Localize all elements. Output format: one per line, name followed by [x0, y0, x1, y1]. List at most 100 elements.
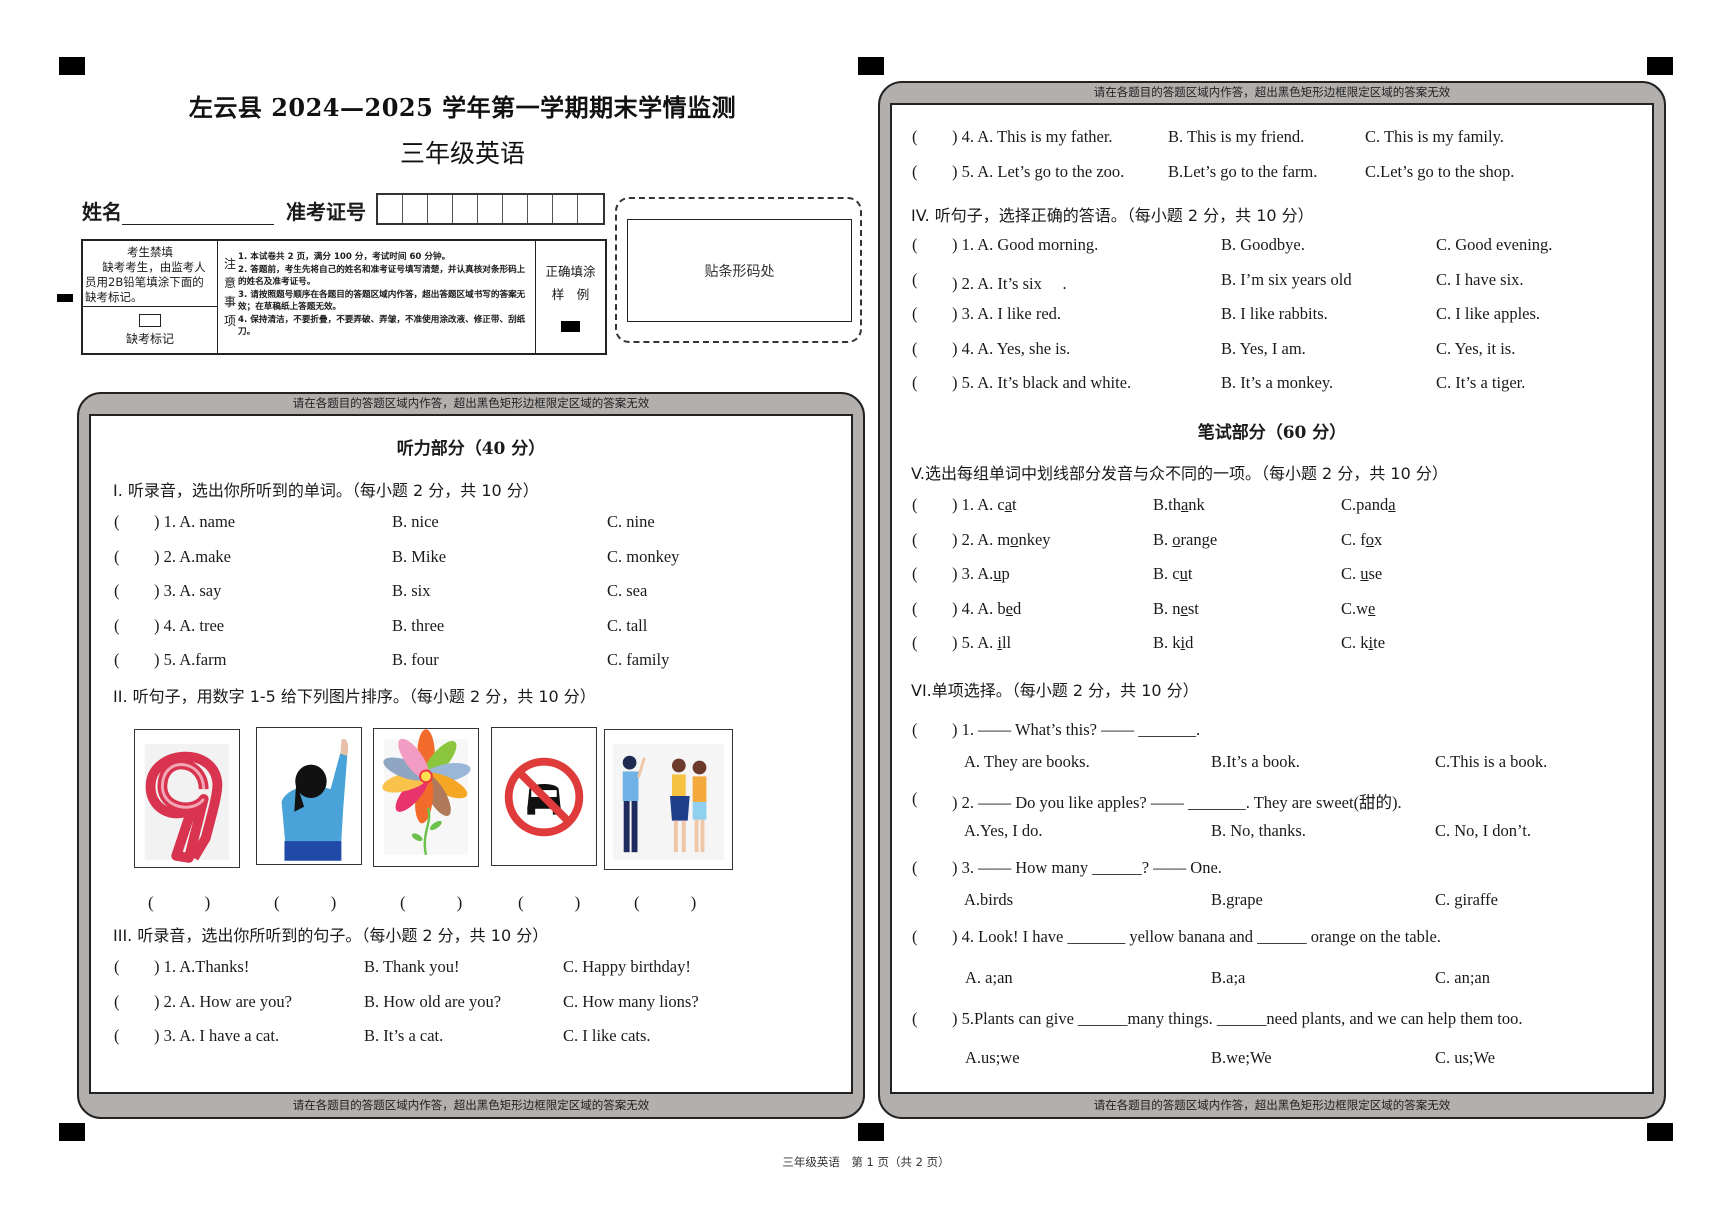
word-part: C. f — [1341, 529, 1366, 549]
answer-blank-open[interactable]: ( — [114, 1026, 120, 1046]
absent-mark-area: 缺考标记 — [83, 307, 217, 353]
answer-blank-open[interactable]: ( — [912, 858, 918, 878]
question-row: () 3. A. say B. six C. sea — [114, 581, 814, 603]
name-label: 姓名 — [82, 200, 122, 224]
picture-answer-blank[interactable]: ( ) — [148, 888, 210, 913]
question-row: () 1. A.Thanks! B. Thank you! C. Happy bir… — [114, 957, 814, 979]
question-row: () 5. A. Let’s go to the zoo. B.Let’s go … — [912, 162, 1612, 184]
picture-answer-blank[interactable]: ( ) — [400, 888, 462, 913]
question-number: ) 1. A. — [952, 495, 998, 514]
option-b: B. six — [392, 581, 431, 600]
exam-id-field[interactable] — [376, 193, 605, 225]
option-c: C. How many lions? — [563, 991, 699, 1011]
note-item: 3. 请按照题号顺序在各题目的答题区域内作答，超出答题区域书写的答案无效；在草稿… — [238, 290, 526, 312]
option-c: C.This is a book. — [1435, 752, 1548, 771]
exam-id-digit-box[interactable] — [578, 195, 603, 223]
option-a: ) 4. A. Yes, she is. — [952, 338, 1071, 358]
answer-blank-open[interactable]: ( — [912, 530, 918, 550]
word-part: C.pand — [1341, 495, 1389, 514]
answer-blank-open[interactable]: ( — [912, 235, 918, 255]
option-a: ) 3. A. I have a cat. — [154, 1026, 280, 1045]
phonics-row: () 3. A.up B. cut C. use — [912, 564, 1612, 586]
word-part: te — [1373, 633, 1386, 652]
answer-blank-open[interactable]: ( — [912, 1009, 918, 1029]
fill-sample-column: 正确填涂 样 例 — [536, 241, 605, 353]
answer-blank-open[interactable]: ( — [912, 304, 918, 324]
picture-answer-blank[interactable]: ( ) — [634, 888, 696, 913]
option-b: B. I’m six years old — [1221, 269, 1352, 289]
answer-blank-open[interactable]: ( — [114, 616, 120, 636]
picture-answer-blank[interactable]: ( ) — [274, 888, 336, 913]
exam-id-digit-box[interactable] — [378, 195, 403, 223]
word-part: st — [1187, 598, 1199, 618]
exam-id-digit-box[interactable] — [403, 195, 428, 223]
exam-id-digit-box[interactable] — [528, 195, 553, 223]
answer-blank-open[interactable]: ( — [912, 927, 918, 947]
exam-id-digit-box[interactable] — [428, 195, 453, 223]
answer-blank-open[interactable]: ( — [912, 339, 918, 359]
alignment-marker-left-mid — [57, 294, 73, 302]
question-row: () 4. A. tree B. three C. tall — [114, 616, 814, 638]
option-c: C. tall — [607, 615, 648, 635]
answer-blank-open[interactable]: ( — [114, 650, 120, 670]
answer-blank-open[interactable]: ( — [912, 495, 918, 515]
frame-notice-top: 请在各题目的答题区域内作答，超出黑色矩形边框限定区域的答案无效 — [292, 396, 650, 410]
mc-options: A. They are books. B.It’s a book. C.This i… — [964, 752, 1665, 774]
exam-subtitle: 三年级英语 — [399, 139, 525, 168]
exam-id-digit-box[interactable] — [503, 195, 528, 223]
answer-blank-open[interactable]: ( — [912, 373, 918, 393]
question-row: () 1. A. Good morning. B. Goodbye. C. Good… — [912, 235, 1612, 257]
note-item: 2. 答题前，考生先将自己的姓名和准考证号填写清楚，并认真核对条形码上的姓名及准… — [238, 265, 526, 287]
phonics-row: () 4. A. bed B. nest C.we — [912, 599, 1612, 621]
barcode-label: 贴条形码处 — [704, 263, 775, 280]
exam-id-digit-box[interactable] — [453, 195, 478, 223]
option-c: C. us;We — [1435, 1048, 1496, 1067]
answer-blank-open[interactable]: ( — [912, 270, 918, 290]
mc-question: ( ) 5.Plants can give ______many things. … — [912, 1009, 1652, 1031]
option-a: ) 3. A. I like red. — [952, 304, 1062, 323]
phonics-row: () 2. A. monkey B. orange C. fox — [912, 530, 1612, 552]
word-part: nk — [1188, 495, 1205, 514]
answer-blank-open[interactable]: ( — [114, 512, 120, 532]
section-4-heading: IV. 听句子，选择正确的答语。（每小题 2 分，共 10 分） — [911, 206, 1314, 225]
absent-mark-checkbox[interactable] — [139, 313, 161, 327]
answer-blank-open[interactable]: ( — [912, 162, 918, 182]
section-5-heading: V.选出每组单词中划线部分发音与众不同的一项。（每小题 2 分，共 10 分） — [911, 464, 1448, 483]
underlined-letter: o — [1172, 529, 1181, 549]
question-number: ) 5. A. — [952, 633, 998, 652]
answer-blank-open[interactable]: ( — [912, 564, 918, 584]
word-part: se — [1368, 564, 1383, 583]
student-info-row: 姓名 准考证号 — [82, 193, 605, 225]
option-b: B. No, thanks. — [1211, 821, 1306, 840]
answer-blank-open[interactable]: ( — [114, 957, 120, 977]
answer-blank-open[interactable]: ( — [912, 789, 918, 809]
answer-blank-open[interactable]: ( — [114, 581, 120, 601]
barcode-box: 贴条形码处 — [627, 219, 852, 322]
section-2-heading: II. 听句子，用数字 1-5 给下列图片排序。（每小题 2 分，共 10 分） — [113, 687, 596, 706]
option-c: C. No, I don’t. — [1435, 821, 1531, 840]
exam-id-digit-box[interactable] — [553, 195, 578, 223]
answer-blank-open[interactable]: ( — [912, 127, 918, 147]
answer-blank-open[interactable]: ( — [114, 547, 120, 567]
exam-id-digit-box[interactable] — [478, 195, 503, 223]
answer-blank-open[interactable]: ( — [114, 992, 120, 1012]
answer-blank-open[interactable]: ( — [912, 633, 918, 653]
frame-notice-bottom: 请在各题目的答题区域内作答，超出黑色矩形边框限定区域的答案无效 — [292, 1098, 650, 1112]
option-b: B. Goodbye. — [1221, 235, 1305, 254]
name-field[interactable] — [122, 201, 274, 225]
underlined-letter: u — [1179, 564, 1188, 583]
picture-answer-blank[interactable]: ( ) — [518, 888, 580, 913]
question-text: ) 5.Plants can give ______many things. _… — [952, 1009, 1523, 1028]
question-row: () 4. A. This is my father. B. This is my… — [912, 127, 1612, 149]
answer-blank-open[interactable]: ( — [912, 720, 918, 740]
option-c: C. giraffe — [1435, 890, 1498, 909]
option-a: A. They are books. — [964, 752, 1090, 771]
option-a: ) 5. A.farm — [154, 650, 227, 669]
option-b: B.thank — [1153, 495, 1205, 515]
page-footer: 三年级英语 第 1 页（共 2 页） — [782, 1155, 950, 1169]
question-row: () 2. A.make B. Mike C. monkey — [114, 547, 814, 569]
answer-blank-open[interactable]: ( — [912, 599, 918, 619]
option-c: C.panda — [1341, 495, 1396, 515]
alignment-marker-top-left — [59, 57, 85, 75]
note-item: 1. 本试卷共 2 页，满分 100 分，考试时间 60 分钟。 — [238, 252, 451, 262]
